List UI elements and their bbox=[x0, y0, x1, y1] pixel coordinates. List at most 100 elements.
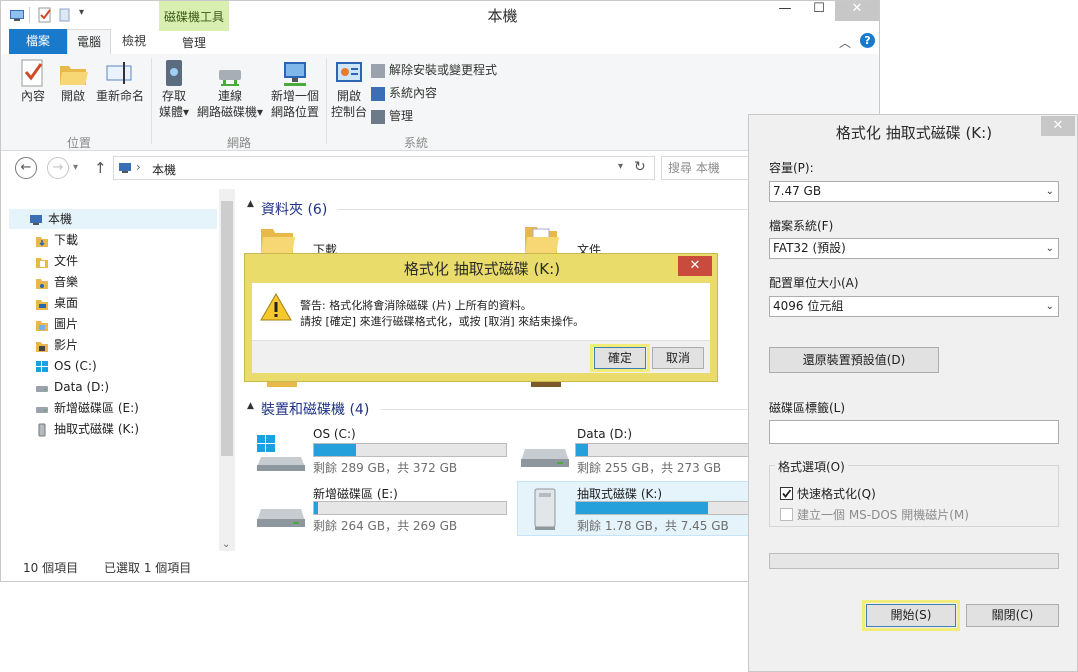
drive-name[interactable]: 新增磁碟區 (E:) bbox=[313, 485, 398, 502]
nav-item-music[interactable]: 音樂 bbox=[35, 272, 78, 292]
msdos-boot-checkbox[interactable] bbox=[780, 508, 793, 521]
nav-item-removable-k[interactable]: 抽取式磁碟 (K:) bbox=[35, 419, 139, 439]
removable-drive-icon bbox=[35, 423, 49, 437]
drive-usage-fill bbox=[314, 502, 318, 514]
nav-item-desktop[interactable]: 桌面 bbox=[35, 293, 78, 313]
pictures-folder-icon bbox=[35, 318, 49, 332]
system-properties-button[interactable]: 系統內容 bbox=[371, 84, 437, 101]
breadcrumb-separator-icon: › bbox=[136, 160, 141, 174]
access-media-label-2: 媒體▾ bbox=[158, 105, 190, 119]
nav-scrollbar-thumb[interactable] bbox=[221, 201, 233, 456]
open-control-panel-button[interactable]: 開啟 控制台 bbox=[329, 58, 369, 130]
rename-label: 重新命名 bbox=[95, 89, 144, 103]
capacity-select[interactable]: 7.47 GB ⌄ bbox=[769, 181, 1059, 202]
drive-free-space: 剩餘 255 GB，共 273 GB bbox=[577, 461, 722, 475]
ok-button[interactable]: 確定 bbox=[594, 347, 646, 369]
uninstall-program-button[interactable]: 解除安裝或變更程式 bbox=[371, 61, 497, 78]
nav-item-documents[interactable]: 文件 bbox=[35, 251, 78, 271]
address-box[interactable]: › 本機 ▾ ↻ bbox=[113, 156, 655, 180]
group-system-label: 系統 bbox=[403, 136, 428, 150]
minimize-button[interactable]: — bbox=[771, 1, 799, 21]
back-button[interactable]: ← bbox=[15, 157, 37, 179]
file-system-label: 檔案系統(F) bbox=[769, 219, 834, 233]
dialog-title: 格式化 抽取式磁碟 (K:) bbox=[403, 260, 561, 278]
file-system-select[interactable]: FAT32 (預設) ⌄ bbox=[769, 238, 1059, 259]
drive-usage-bar bbox=[313, 443, 507, 457]
format-close-button[interactable]: ✕ bbox=[1041, 116, 1075, 136]
drive-name[interactable]: Data (D:) bbox=[577, 427, 632, 441]
close-format-button[interactable]: 關閉(C) bbox=[966, 604, 1059, 627]
cancel-button[interactable]: 取消 bbox=[652, 347, 704, 369]
removable-drive-icon[interactable] bbox=[531, 487, 559, 531]
nav-item-label: 文件 bbox=[54, 254, 79, 268]
up-button[interactable]: ↑ bbox=[94, 159, 107, 177]
folders-section-header[interactable]: 資料夾 (6) bbox=[261, 199, 327, 219]
add-network-location-button[interactable]: 新增一個 網路位置 bbox=[267, 58, 323, 130]
hard-drive-icon[interactable] bbox=[255, 495, 307, 533]
address-dropdown-icon[interactable]: ▾ bbox=[618, 161, 623, 172]
nav-item-downloads[interactable]: 下載 bbox=[35, 230, 78, 250]
open-folder-icon bbox=[58, 58, 88, 88]
close-button[interactable]: ✕ bbox=[835, 1, 879, 21]
nav-item-label: 圖片 bbox=[54, 317, 79, 331]
drive-usage-bar bbox=[575, 501, 751, 515]
rename-button[interactable]: 重新命名 bbox=[93, 58, 147, 118]
collapse-ribbon-icon[interactable]: ︿ bbox=[839, 34, 851, 51]
maximize-button[interactable]: ☐ bbox=[805, 1, 833, 21]
hard-drive-icon[interactable] bbox=[519, 435, 571, 473]
nav-item-new-volume-e[interactable]: 新增磁碟區 (E:) bbox=[35, 398, 139, 418]
tab-manage[interactable]: 管理 bbox=[159, 29, 229, 56]
system-properties-icon bbox=[371, 86, 385, 101]
computer-icon bbox=[29, 213, 43, 227]
help-icon[interactable]: ? bbox=[860, 33, 875, 48]
nav-item-data-d[interactable]: Data (D:) bbox=[35, 377, 109, 397]
documents-folder-icon[interactable] bbox=[523, 223, 559, 255]
quick-format-checkbox[interactable] bbox=[780, 487, 793, 500]
nav-item-pictures[interactable]: 圖片 bbox=[35, 314, 78, 334]
manage-button[interactable]: 管理 bbox=[371, 107, 413, 124]
videos-folder-icon bbox=[35, 339, 49, 353]
scroll-down-icon[interactable]: ⌄ bbox=[222, 539, 230, 550]
quick-format-label[interactable]: 快速格式化(Q) bbox=[797, 485, 876, 502]
nav-item-videos[interactable]: 影片 bbox=[35, 335, 78, 355]
dialog-close-button[interactable]: ✕ bbox=[678, 256, 712, 276]
refresh-icon[interactable]: ↻ bbox=[634, 159, 646, 175]
volume-label-input[interactable] bbox=[769, 420, 1059, 444]
nav-item-label: OS (C:) bbox=[54, 359, 97, 373]
network-drive-icon bbox=[215, 58, 245, 88]
warning-message-line2: 請按 [確定] 來進行磁碟格式化，或按 [取消] 來結束操作。 bbox=[300, 315, 585, 328]
drive-usage-bar bbox=[575, 443, 751, 457]
access-media-label-1: 存取 bbox=[161, 89, 186, 103]
downloads-folder-icon[interactable] bbox=[259, 225, 295, 255]
uninstall-icon bbox=[371, 63, 385, 78]
restore-defaults-button[interactable]: 還原裝置預設值(D) bbox=[769, 347, 939, 373]
start-button[interactable]: 開始(S) bbox=[866, 604, 956, 627]
properties-button[interactable]: 內容 bbox=[15, 58, 51, 118]
devices-section-header[interactable]: 裝置和磁碟機 (4) bbox=[261, 399, 369, 419]
allocation-size-select[interactable]: 4096 位元組 ⌄ bbox=[769, 296, 1059, 317]
breadcrumb[interactable]: 本機 bbox=[152, 161, 176, 178]
tab-computer[interactable]: 電腦 bbox=[67, 29, 111, 54]
drive-name[interactable]: OS (C:) bbox=[313, 427, 356, 441]
uninstall-label: 解除安裝或變更程式 bbox=[389, 63, 498, 77]
tab-view[interactable]: 檢視 bbox=[113, 29, 155, 54]
map-drive-label-2-text: 網路磁碟機 bbox=[196, 105, 257, 119]
forward-button[interactable]: → bbox=[47, 157, 69, 179]
windows-drive-icon[interactable] bbox=[255, 431, 307, 473]
nav-item-os-c[interactable]: OS (C:) bbox=[35, 356, 97, 376]
properties-label: 內容 bbox=[20, 89, 45, 103]
msdos-boot-label[interactable]: 建立一個 MS-DOS 開機磁片(M) bbox=[797, 506, 969, 523]
collapse-devices-icon[interactable]: ▲ bbox=[247, 401, 254, 411]
access-media-button[interactable]: 存取 媒體▾ bbox=[155, 58, 193, 130]
nav-item-this-pc[interactable]: 本機 bbox=[9, 209, 217, 229]
recent-locations-icon[interactable]: ▾ bbox=[73, 162, 78, 173]
tab-file[interactable]: 檔案 bbox=[9, 29, 67, 54]
item-count: 10 個項目 bbox=[23, 561, 79, 575]
collapse-folders-icon[interactable]: ▲ bbox=[247, 199, 254, 209]
drive-name[interactable]: 抽取式磁碟 (K:) bbox=[577, 485, 662, 502]
open-button[interactable]: 開啟 bbox=[55, 58, 91, 118]
search-input[interactable]: 搜尋 本機 bbox=[661, 156, 751, 180]
access-media-label-2-text: 媒體 bbox=[158, 105, 183, 119]
map-network-drive-button[interactable]: 連線 網路磁碟機▾ bbox=[195, 58, 265, 130]
rename-icon bbox=[105, 58, 135, 88]
